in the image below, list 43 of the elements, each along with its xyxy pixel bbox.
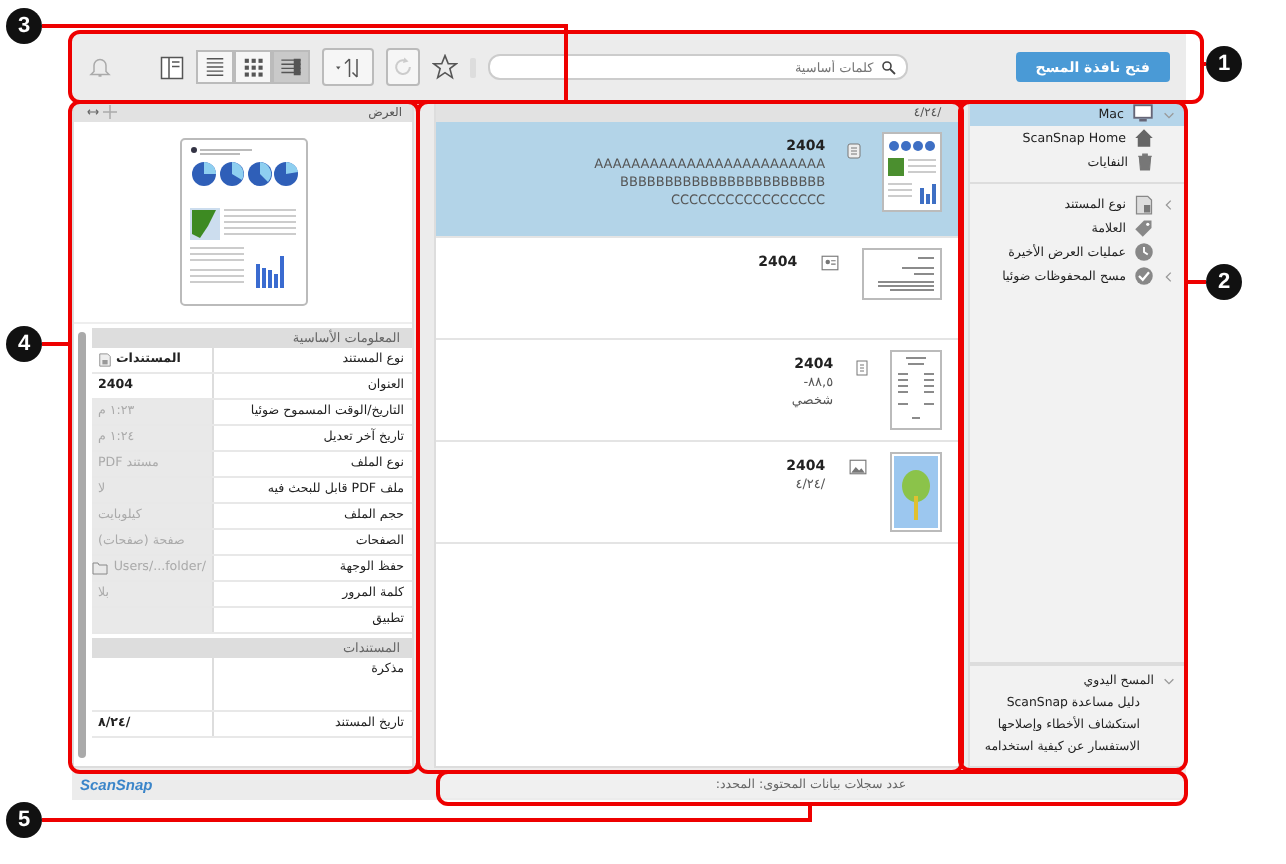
tag-icon — [1134, 218, 1154, 238]
document-thumbnail-drawing — [881, 132, 942, 212]
receipt-icon — [853, 356, 870, 380]
sort-button[interactable] — [321, 48, 374, 86]
bell-icon — [88, 54, 112, 80]
receipt-thumbnail-drawing — [889, 350, 942, 430]
folder-icon — [89, 560, 110, 576]
monitor-icon — [1132, 104, 1154, 124]
chevron-down-icon — [1162, 107, 1176, 121]
resize-arrows-icon — [83, 106, 102, 118]
chevron-down-icon — [1162, 674, 1176, 688]
chevron-left-icon — [1162, 269, 1176, 283]
callout-number: 1 — [1206, 46, 1242, 82]
trash-icon — [1136, 152, 1154, 172]
leader-line — [1186, 280, 1206, 284]
grid-view-icon — [241, 56, 264, 78]
view-mode-button[interactable] — [195, 50, 234, 84]
business-card-thumbnail-drawing — [861, 248, 942, 300]
view-mode-button[interactable] — [271, 50, 310, 84]
callout-number: 3 — [6, 8, 42, 44]
leader-line — [1202, 62, 1206, 66]
leader-line — [42, 342, 70, 346]
tree-picture-thumbnail-drawing — [889, 452, 942, 532]
document-icon — [845, 138, 862, 164]
callout-number: 2 — [1206, 264, 1242, 300]
callout-number: 5 — [6, 802, 42, 838]
refresh-icon — [391, 56, 414, 78]
clock-icon — [1134, 242, 1154, 262]
detail-list-view-icon — [279, 56, 302, 78]
panel-toggle-icon — [159, 55, 184, 79]
star-icon — [431, 54, 458, 80]
document-icon — [97, 352, 112, 368]
list-view-icon — [203, 56, 226, 78]
search-icon — [879, 59, 898, 75]
home-icon — [1134, 128, 1154, 148]
document-icon — [1134, 193, 1154, 215]
move-icon — [101, 104, 118, 120]
card-icon — [817, 254, 842, 272]
chevron-left-icon — [1162, 197, 1176, 211]
photo-icon — [845, 458, 870, 476]
check-circle-icon — [1134, 266, 1154, 286]
view-mode-button[interactable] — [233, 50, 272, 84]
callout-number: 4 — [6, 326, 42, 362]
